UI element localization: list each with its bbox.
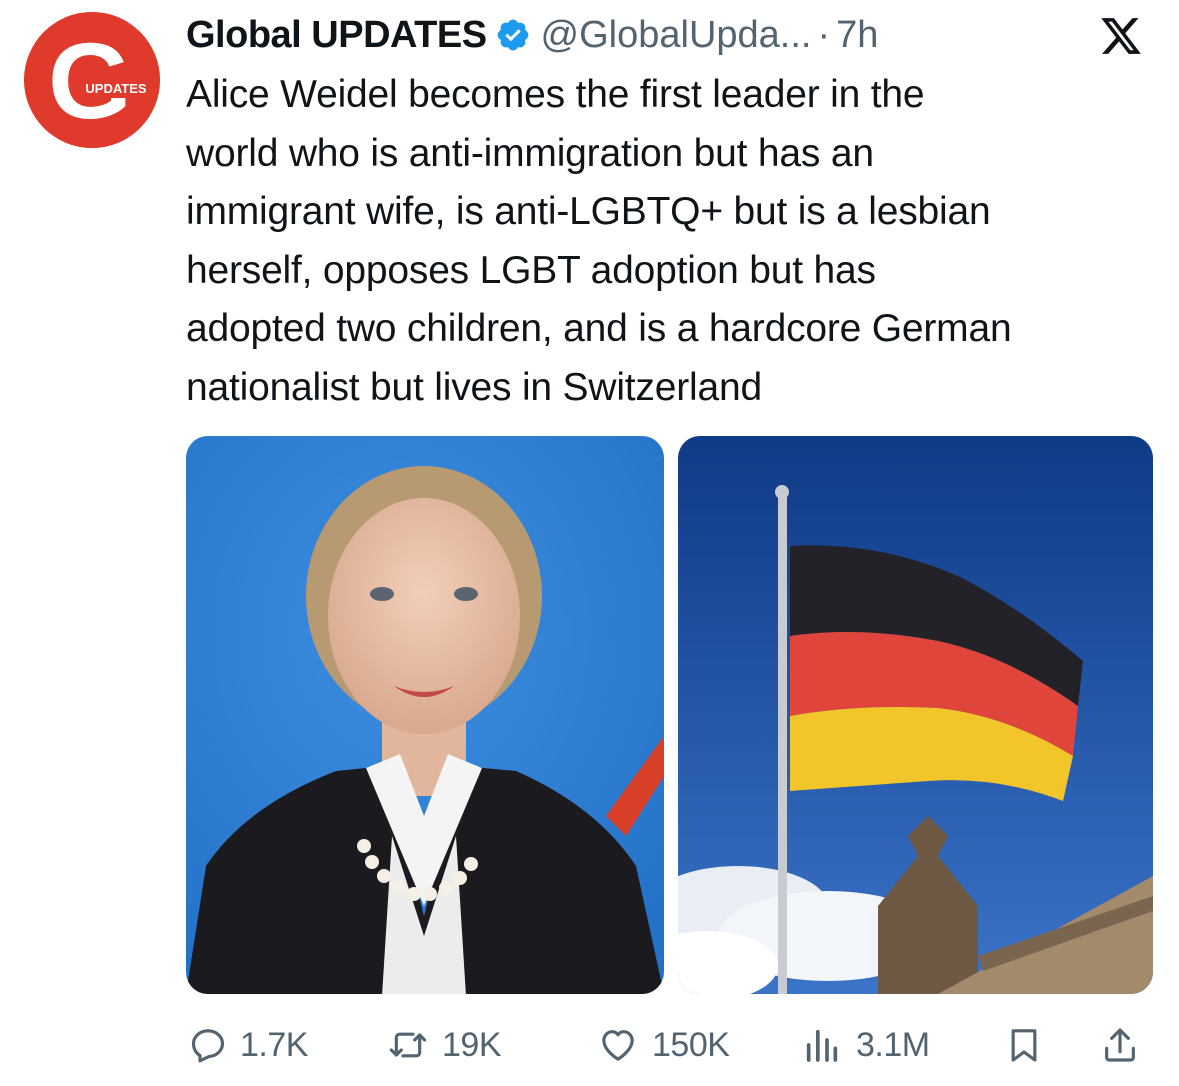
like-count: 150K	[652, 1025, 730, 1064]
avatar-label: UPDATES	[85, 81, 146, 96]
tweet-line: immigrant wife, is anti-LGBTQ+ but is a …	[186, 190, 991, 233]
views-icon	[806, 1029, 838, 1062]
portrait-photo-icon	[186, 436, 664, 994]
views-count: 3.1M	[856, 1025, 930, 1064]
reply-icon	[191, 1029, 225, 1063]
avatar[interactable]: G UPDATES	[24, 12, 160, 148]
avatar-logo: G UPDATES	[24, 12, 160, 148]
action-bar: 1.7K 19K 150K 3.1M	[0, 1016, 1179, 1074]
reply-button[interactable]: 1.7K	[188, 1016, 308, 1074]
tweet-line: adopted two children, and is a hardcore …	[186, 307, 1012, 350]
separator-dot: ·	[817, 13, 831, 56]
timestamp[interactable]: 7h	[836, 14, 878, 57]
tweet-line: world who is anti-immigration but has an	[186, 131, 874, 175]
repost-count: 19K	[442, 1025, 502, 1064]
share-icon	[1105, 1028, 1135, 1062]
like-icon	[602, 1030, 634, 1061]
x-logo-icon	[1098, 14, 1144, 58]
tweet-line: nationalist but lives in Switzerland	[186, 365, 762, 409]
tweet-line: herself, opposes LGBT adoption but has	[186, 248, 876, 292]
share-button[interactable]	[1100, 1016, 1140, 1074]
display-name[interactable]: Global UPDATES	[186, 14, 487, 57]
tweet-header: Global UPDATES @GlobalUpda... · 7h	[186, 12, 878, 58]
bookmark-icon	[1011, 1029, 1037, 1062]
like-button[interactable]: 150K	[596, 1016, 730, 1074]
media-image-portrait[interactable]	[186, 436, 664, 994]
user-handle[interactable]: @GlobalUpda...	[541, 14, 812, 57]
repost-button[interactable]: 19K	[386, 1016, 502, 1074]
media-image-flag[interactable]	[678, 436, 1153, 994]
views-button[interactable]: 3.1M	[800, 1016, 930, 1074]
verified-badge-icon[interactable]	[495, 17, 531, 53]
bookmark-button[interactable]	[1004, 1016, 1044, 1074]
repost-icon	[389, 1032, 427, 1058]
tweet-text: Alice Weidel becomes the first leader in…	[186, 66, 1161, 417]
german-flag-photo-icon	[678, 436, 1153, 994]
reply-count: 1.7K	[240, 1025, 308, 1064]
tweet-line: Alice Weidel becomes the first leader in…	[186, 73, 925, 116]
